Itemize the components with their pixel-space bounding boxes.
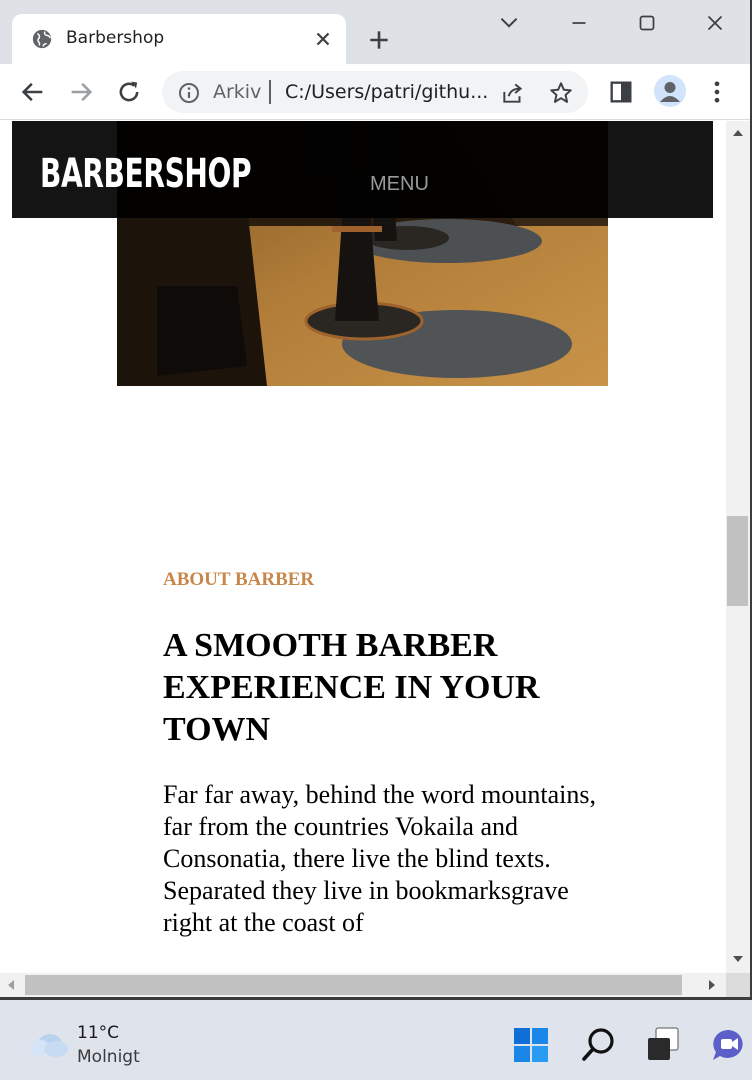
scroll-up-arrow[interactable] bbox=[733, 130, 743, 136]
back-icon[interactable] bbox=[19, 78, 47, 106]
profile-icon[interactable] bbox=[654, 75, 686, 107]
globe-icon bbox=[32, 29, 52, 49]
chat-icon[interactable] bbox=[710, 1026, 748, 1064]
star-icon[interactable] bbox=[548, 80, 574, 106]
plus-icon[interactable] bbox=[366, 27, 392, 53]
about-heading: A SMOOTH BARBER EXPERIENCE IN YOUR TOWN bbox=[163, 627, 540, 748]
search-icon[interactable] bbox=[580, 1026, 618, 1064]
address-bar[interactable]: Arkiv C:/Users/patri/githu... bbox=[162, 71, 588, 113]
scroll-right-arrow[interactable] bbox=[709, 980, 715, 990]
address-separator bbox=[269, 80, 271, 104]
vertical-scrollbar[interactable] bbox=[726, 121, 750, 973]
side-panel-icon[interactable] bbox=[607, 78, 635, 106]
minimize-icon[interactable] bbox=[566, 10, 592, 36]
about-kicker: ABOUT BARBER bbox=[163, 569, 315, 590]
tab-barbershop[interactable]: Barbershop bbox=[12, 14, 346, 64]
scroll-down-arrow[interactable] bbox=[733, 956, 743, 962]
scroll-corner bbox=[726, 973, 750, 997]
windows-start-icon[interactable] bbox=[512, 1026, 550, 1064]
site-navbar: BARBERSHOP MENU bbox=[12, 121, 713, 218]
share-icon[interactable] bbox=[500, 80, 526, 106]
menu-link[interactable]: MENU bbox=[370, 173, 429, 196]
horizontal-scrollbar[interactable] bbox=[0, 973, 726, 997]
close-icon[interactable] bbox=[312, 28, 334, 50]
chevron-down-icon[interactable] bbox=[496, 10, 522, 36]
vertical-scroll-thumb[interactable] bbox=[727, 516, 748, 606]
more-icon[interactable] bbox=[703, 78, 731, 106]
page-viewport: BARBERSHOP MENU ABOUT BARBER A SMOOTH BA… bbox=[0, 121, 726, 973]
weather-temperature[interactable]: 11°C bbox=[77, 1023, 119, 1043]
horizontal-scroll-thumb[interactable] bbox=[25, 975, 682, 995]
weather-condition[interactable]: Molnigt bbox=[77, 1047, 140, 1067]
maximize-icon[interactable] bbox=[634, 10, 660, 36]
taskbar: 11°C Molnigt bbox=[0, 1000, 752, 1080]
tab-strip: Barbershop bbox=[0, 0, 752, 64]
forward-icon[interactable] bbox=[67, 78, 95, 106]
info-icon[interactable] bbox=[177, 81, 201, 105]
reload-icon[interactable] bbox=[115, 78, 143, 106]
site-logo[interactable]: BARBERSHOP bbox=[40, 151, 252, 197]
about-paragraph: Far far away, behind the word mountains,… bbox=[163, 780, 596, 937]
tab-title: Barbershop bbox=[66, 28, 165, 48]
address-scheme: Arkiv bbox=[213, 81, 262, 103]
task-view-icon[interactable] bbox=[644, 1026, 682, 1064]
scroll-left-arrow[interactable] bbox=[8, 980, 14, 990]
cloud-icon[interactable] bbox=[28, 1030, 70, 1058]
browser-toolbar: Arkiv C:/Users/patri/githu... bbox=[0, 64, 752, 120]
window-close-icon[interactable] bbox=[702, 10, 728, 36]
address-url[interactable]: C:/Users/patri/githu... bbox=[285, 81, 488, 103]
